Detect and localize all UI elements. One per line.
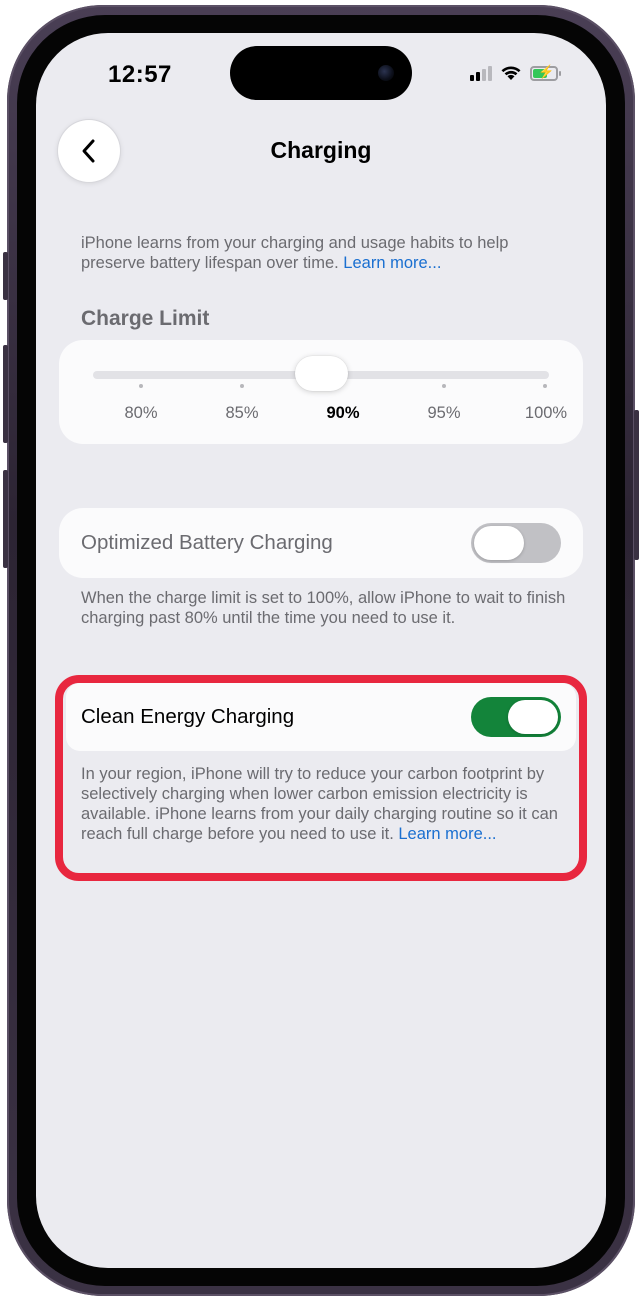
- cellular-signal-icon: [470, 65, 492, 81]
- charge-limit-title: Charge Limit: [81, 307, 210, 330]
- slider-tick: [442, 384, 446, 388]
- clean-energy-toggle[interactable]: [471, 697, 561, 737]
- slider-thumb[interactable]: [295, 356, 348, 391]
- toggle-knob: [508, 700, 558, 734]
- screen: 12:57 ⚡ Charging iPhone learns from your…: [36, 33, 606, 1268]
- slider-tick: [543, 384, 547, 388]
- volume-up-button: [3, 345, 8, 443]
- optimized-charging-toggle[interactable]: [471, 523, 561, 563]
- option-95[interactable]: 95%: [409, 404, 479, 423]
- optimized-charging-footnote: When the charge limit is set to 100%, al…: [81, 589, 566, 627]
- optimized-charging-row: Optimized Battery Charging: [59, 508, 583, 578]
- wifi-icon: [501, 66, 521, 80]
- clean-energy-learn-more-link[interactable]: Learn more...: [398, 825, 496, 843]
- option-90[interactable]: 90%: [308, 404, 378, 423]
- clean-energy-footnote: In your region, iPhone will try to reduc…: [81, 764, 566, 844]
- action-button: [3, 252, 8, 300]
- charge-limit-slider[interactable]: 80% 85% 90% 95% 100%: [59, 340, 583, 444]
- page-title: Charging: [270, 137, 372, 163]
- side-button: [634, 410, 639, 560]
- battery-charging-icon: ⚡: [530, 65, 561, 81]
- camera-icon: [378, 65, 394, 81]
- clean-energy-label: Clean Energy Charging: [81, 705, 295, 728]
- optimized-charging-label: Optimized Battery Charging: [81, 531, 333, 554]
- clean-energy-row: Clean Energy Charging: [66, 683, 576, 751]
- intro-text: iPhone learns from your charging and usa…: [81, 233, 571, 273]
- option-100[interactable]: 100%: [511, 404, 581, 423]
- status-icons: ⚡: [470, 65, 561, 81]
- option-85[interactable]: 85%: [207, 404, 277, 423]
- option-80[interactable]: 80%: [106, 404, 176, 423]
- slider-tick: [240, 384, 244, 388]
- volume-down-button: [3, 470, 8, 568]
- toggle-knob: [474, 526, 524, 560]
- learn-more-link[interactable]: Learn more...: [343, 254, 441, 272]
- slider-tick: [139, 384, 143, 388]
- status-time: 12:57: [108, 61, 172, 88]
- dynamic-island: [230, 46, 412, 100]
- intro-description: iPhone learns from your charging and usa…: [81, 234, 509, 272]
